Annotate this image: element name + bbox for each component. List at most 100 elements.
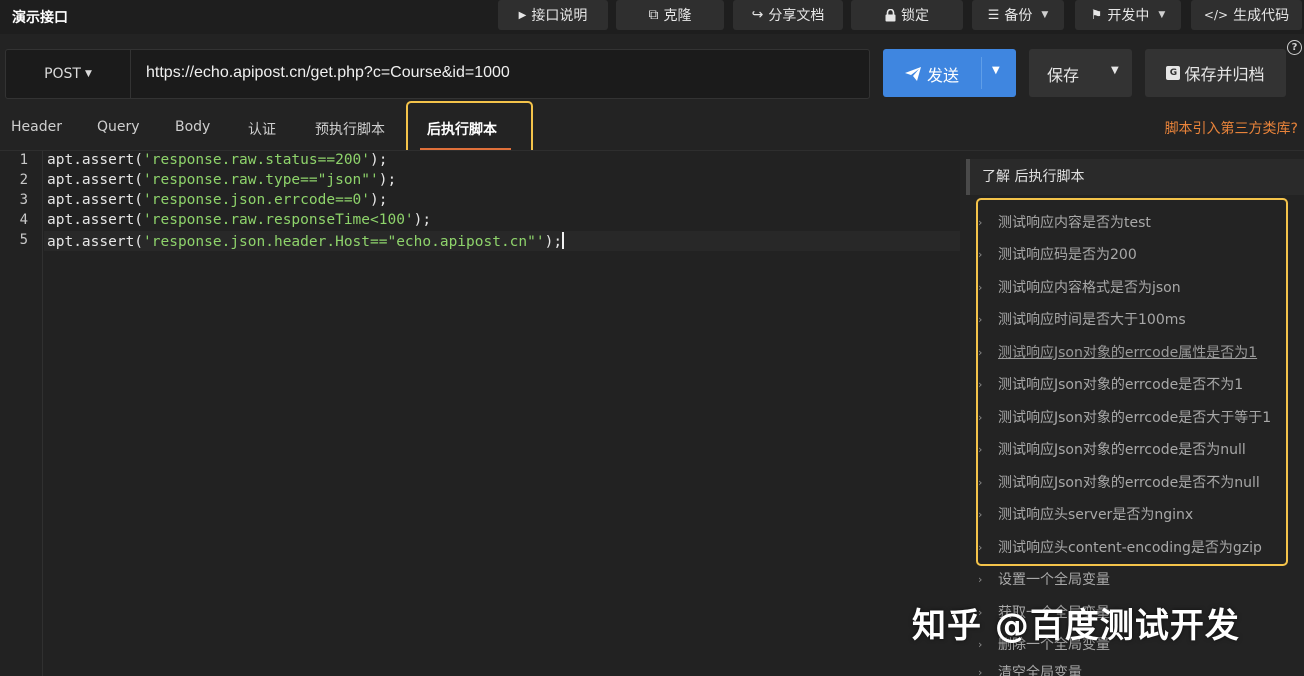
save-button[interactable]: 保存 ▼ — [1029, 49, 1132, 97]
url-input[interactable]: https://echo.apipost.cn/get.php?c=Course… — [146, 64, 510, 82]
code-line: apt.assert('response.raw.responseTime<10… — [47, 212, 431, 228]
script-editor[interactable]: 1 2 3 4 5 apt.assert('response.raw.statu… — [0, 151, 960, 676]
copy-icon: ⧉ — [648, 7, 659, 23]
code-token: ); — [413, 212, 432, 228]
doc-button[interactable]: ▶ 接口说明 — [498, 0, 608, 30]
chevron-right-icon: › — [978, 665, 983, 676]
clone-button[interactable]: ⧉ 克隆 — [616, 0, 724, 30]
doc-button-label: 接口说明 — [531, 8, 588, 24]
interface-title: 演示接口 — [12, 10, 68, 26]
snippet-item[interactable]: › 测试响应Json对象的errcode是否大于等于1 — [978, 407, 1271, 427]
send-button-label: 发送 — [927, 66, 960, 85]
snippet-item[interactable]: › 测试响应码是否为200 — [978, 244, 1137, 264]
snippet-label: 测试响应码是否为200 — [998, 247, 1137, 263]
status-button[interactable]: ⚑ 开发中 ▼ — [1075, 0, 1181, 30]
chevron-right-icon: › — [978, 215, 983, 229]
snippet-item[interactable]: › 测试响应头content-encoding是否为gzip — [978, 537, 1262, 557]
chevron-right-icon: › — [978, 377, 983, 391]
status-button-label: 开发中 — [1107, 8, 1150, 24]
snippet-panel-heading[interactable]: 了解 后执行脚本 — [966, 159, 1304, 195]
chevron-down-icon[interactable]: ▼ — [1111, 65, 1119, 76]
code-token: apt.assert( — [47, 152, 144, 168]
tab-header[interactable]: Header — [11, 119, 62, 135]
chevron-down-icon[interactable]: ▼ — [992, 65, 1000, 76]
line-number-gutter: 1 2 3 4 5 — [0, 151, 43, 676]
archive-icon: G — [1166, 66, 1181, 80]
clone-button-label: 克隆 — [663, 8, 692, 24]
codegen-button[interactable]: </> 生成代码 — [1191, 0, 1302, 30]
save-archive-label: 保存并归档 — [1184, 65, 1265, 84]
chevron-right-icon: › — [978, 572, 983, 586]
snippet-item[interactable]: › 测试响应内容格式是否为json — [978, 277, 1181, 297]
send-button[interactable]: 发送 ▼ — [883, 49, 1016, 97]
line-number: 3 — [19, 192, 28, 208]
tab-pre-script[interactable]: 预执行脚本 — [315, 119, 385, 139]
line-number: 4 — [19, 212, 28, 228]
codegen-button-label: 生成代码 — [1233, 8, 1290, 24]
snippet-item[interactable]: › 测试响应Json对象的errcode是否不为1 — [978, 374, 1243, 394]
lock-icon — [885, 8, 896, 21]
backup-button[interactable]: ☰ 备份 ▼ — [972, 0, 1064, 30]
snippet-label: 设置一个全局变量 — [998, 572, 1110, 588]
code-line: apt.assert('response.raw.status==200'); — [47, 152, 387, 168]
method-select[interactable]: POST ▼ — [6, 50, 131, 98]
chevron-right-icon: › — [978, 442, 983, 456]
snippet-item[interactable]: › 测试响应Json对象的errcode是否为null — [978, 439, 1246, 459]
snippet-item[interactable]: › 设置一个全局变量 — [978, 569, 1110, 589]
tab-body[interactable]: Body — [175, 119, 210, 135]
code-token: apt.assert( — [47, 212, 144, 228]
chevron-right-icon: › — [978, 475, 983, 489]
text-cursor — [562, 232, 564, 249]
code-string: 'response.json.header.Host=="echo.apipos… — [143, 234, 545, 250]
code-icon: </> — [1203, 8, 1229, 22]
chevron-right-icon: › — [978, 507, 983, 521]
help-icon[interactable]: ? — [1287, 40, 1302, 55]
snippet-label: 测试响应内容格式是否为json — [998, 280, 1181, 296]
snippet-label: 测试响应Json对象的errcode是否不为1 — [998, 377, 1244, 393]
snippet-item[interactable]: › 清空全局变量 — [978, 662, 1082, 676]
lock-button-label: 锁定 — [901, 8, 929, 24]
chevron-right-icon: › — [978, 345, 983, 359]
save-archive-button[interactable]: G 保存并归档 — [1145, 49, 1286, 97]
code-token: ); — [544, 234, 563, 250]
code-token: apt.assert( — [47, 192, 144, 208]
line-number: 1 — [19, 152, 28, 168]
tab-query[interactable]: Query — [97, 119, 140, 135]
code-token: ); — [370, 152, 388, 168]
snippet-item[interactable]: › 测试响应内容是否为test — [978, 212, 1151, 232]
snippet-item[interactable]: › 测试响应时间是否大于100ms — [978, 309, 1186, 329]
code-string: 'response.raw.type=="json"' — [143, 172, 379, 188]
line-number: 5 — [19, 232, 28, 248]
chevron-down-icon: ▼ — [1158, 10, 1166, 20]
snippet-label: 测试响应Json对象的errcode是否不为null — [998, 475, 1260, 491]
snippet-label: 测试响应时间是否大于100ms — [998, 312, 1186, 328]
code-line: apt.assert('response.json.header.Host=="… — [47, 232, 564, 250]
snippet-label: 测试响应Json对象的errcode是否大于等于1 — [998, 410, 1272, 426]
request-bar: POST ▼ https://echo.apipost.cn/get.php?c… — [5, 49, 870, 99]
tab-auth[interactable]: 认证 — [248, 119, 276, 139]
snippet-label: 测试响应Json对象的errcode是否为null — [998, 442, 1246, 458]
code-token: apt.assert( — [47, 172, 144, 188]
snippet-item[interactable]: › 测试响应头server是否为nginx — [978, 504, 1193, 524]
chevron-right-icon: › — [978, 280, 983, 294]
chevron-down-icon: ▼ — [84, 69, 92, 79]
snippet-label: 测试响应内容是否为test — [998, 215, 1151, 231]
chevron-right-icon: › — [978, 312, 983, 326]
database-icon: ☰ — [987, 7, 1000, 23]
snippet-item[interactable]: › 测试响应Json对象的errcode属性是否为1 — [978, 342, 1257, 362]
code-line: apt.assert('response.raw.type=="json"'); — [47, 172, 396, 188]
code-string: 'response.raw.responseTime<100' — [143, 212, 414, 228]
snippet-label: 清空全局变量 — [998, 665, 1082, 676]
chevron-right-icon: › — [978, 247, 983, 261]
third-party-library-link[interactable]: 脚本引入第三方类库? — [1165, 118, 1298, 138]
method-value: POST — [44, 66, 81, 82]
play-icon: ▶ — [518, 9, 527, 21]
share-button[interactable]: ↪ 分享文档 — [733, 0, 843, 30]
chevron-right-icon: › — [978, 540, 983, 554]
lock-button[interactable]: 锁定 — [851, 0, 963, 30]
code-string: 'response.raw.status==200' — [143, 152, 371, 168]
snippet-label: 测试响应头server是否为nginx — [998, 507, 1194, 523]
snippet-item[interactable]: › 测试响应Json对象的errcode是否不为null — [978, 472, 1260, 492]
share-icon: ↪ — [751, 7, 764, 23]
flag-icon: ⚑ — [1090, 7, 1103, 23]
